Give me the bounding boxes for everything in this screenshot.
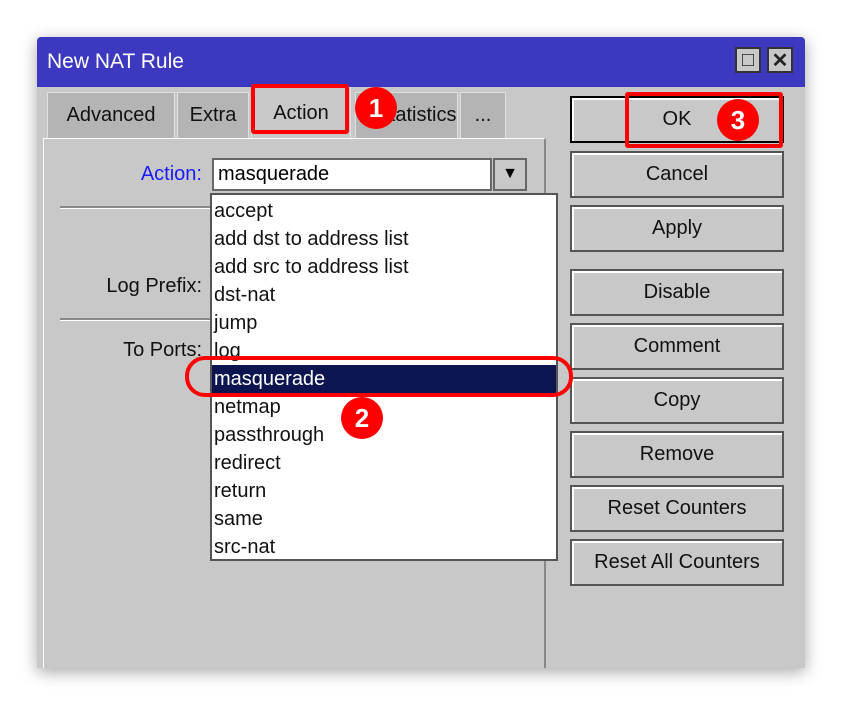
disable-button[interactable]: Disable [570,269,784,316]
option-redirect[interactable]: redirect [212,449,556,477]
dropdown-arrow-icon[interactable]: ▼ [493,158,527,191]
annotation-badge-3: 3 [717,99,759,141]
divider [60,206,210,209]
action-label: Action: [140,163,202,185]
option-src-nat[interactable]: src-nat [212,533,556,561]
option-dst-nat[interactable]: dst-nat [212,281,556,309]
remove-button[interactable]: Remove [570,431,784,478]
apply-button[interactable]: Apply [570,205,784,252]
option-add-dst[interactable]: add dst to address list [212,225,556,253]
option-passthrough[interactable]: passthrough [212,421,556,449]
comment-button[interactable]: Comment [570,323,784,370]
annotation-badge-1: 1 [355,87,397,129]
highlight-ok-button [625,92,783,148]
option-return[interactable]: return [212,477,556,505]
to-ports-label: To Ports: [123,339,202,361]
option-jump[interactable]: jump [212,309,556,337]
copy-button[interactable]: Copy [570,377,784,424]
log-prefix-label: Log Prefix: [106,275,202,297]
cancel-button[interactable]: Cancel [570,151,784,198]
annotation-badge-2: 2 [341,397,383,439]
reset-counters-button[interactable]: Reset Counters [570,485,784,532]
highlight-action-tab [251,84,349,134]
tab-more[interactable]: ... [460,92,506,138]
option-same[interactable]: same [212,505,556,533]
option-accept[interactable]: accept [212,197,556,225]
tab-advanced[interactable]: Advanced [47,92,175,138]
window-title: New NAT Rule [37,37,805,87]
close-icon[interactable]: ✕ [767,47,793,73]
option-netmap[interactable]: netmap [212,393,556,421]
maximize-icon[interactable]: □ [735,47,761,73]
option-add-src[interactable]: add src to address list [212,253,556,281]
highlight-masquerade [185,356,573,397]
action-select[interactable]: masquerade [212,158,492,191]
divider [60,318,210,321]
tab-extra[interactable]: Extra [177,92,249,138]
reset-all-counters-button[interactable]: Reset All Counters [570,539,784,586]
